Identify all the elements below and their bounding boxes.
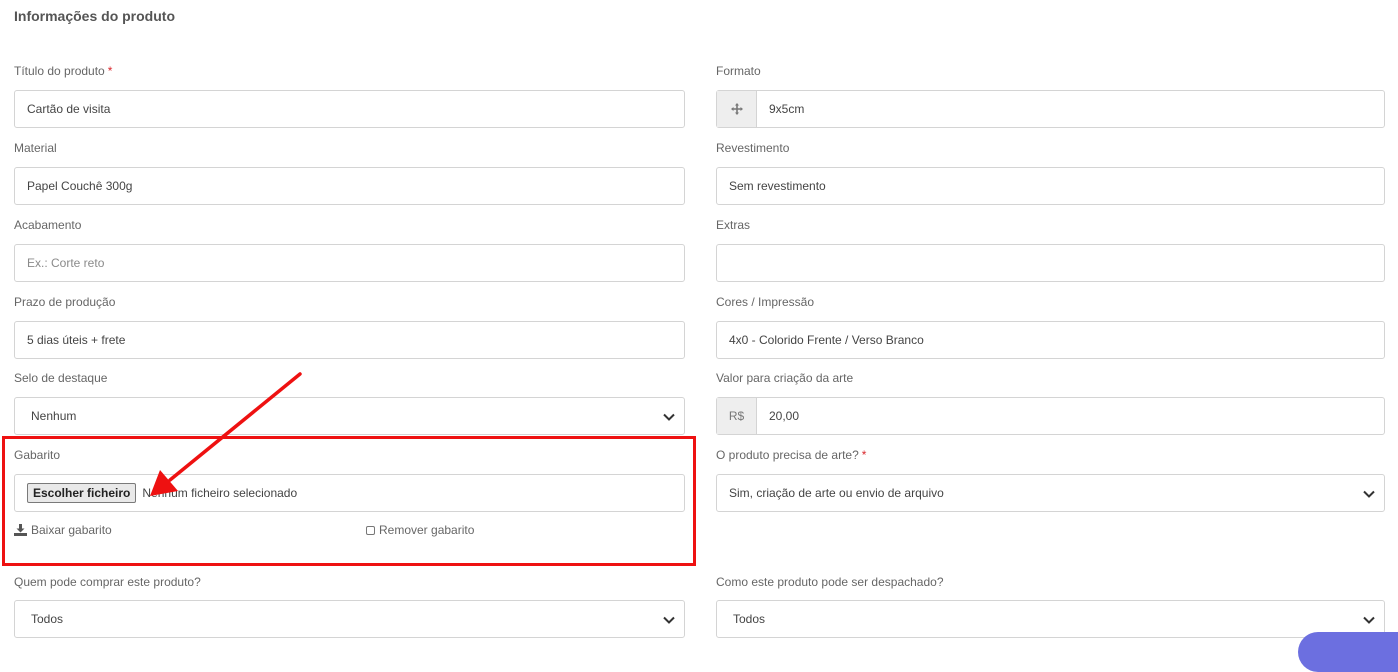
chevron-down-icon xyxy=(663,413,675,421)
selo-label: Selo de destaque xyxy=(14,371,108,385)
prazo-label: Prazo de produção xyxy=(14,295,116,309)
extras-input[interactable] xyxy=(716,244,1385,282)
revestimento-input[interactable]: Sem revestimento xyxy=(716,167,1385,205)
titulo-label-text: Título do produto xyxy=(14,64,105,78)
extras-label: Extras xyxy=(716,218,751,232)
section-title: Informações do produto xyxy=(14,8,175,24)
despacho-selected: Todos xyxy=(733,612,766,626)
floating-action-button[interactable] xyxy=(1298,632,1398,672)
precisa-arte-label: O produto precisa de arte? * xyxy=(716,447,866,463)
highlight-box xyxy=(2,436,696,566)
acabamento-input[interactable]: Ex.: Corte reto xyxy=(14,244,685,282)
revestimento-label: Revestimento xyxy=(716,141,790,155)
currency-prefix: R$ xyxy=(717,398,757,434)
formato-value: 9x5cm xyxy=(769,102,805,116)
cores-input[interactable]: 4x0 - Colorido Frente / Verso Branco xyxy=(716,321,1385,359)
titulo-value: Cartão de visita xyxy=(27,102,111,116)
cores-value: 4x0 - Colorido Frente / Verso Branco xyxy=(729,333,924,347)
chevron-down-icon xyxy=(663,616,675,624)
quem-compra-select[interactable]: Todos xyxy=(14,600,685,638)
valor-arte-input[interactable]: R$ 20,00 xyxy=(716,397,1385,435)
formato-label: Formato xyxy=(716,64,761,78)
titulo-label: Título do produto * xyxy=(14,63,112,79)
material-input[interactable]: Papel Couchê 300g xyxy=(14,167,685,205)
acabamento-placeholder: Ex.: Corte reto xyxy=(27,256,105,270)
material-label: Material xyxy=(14,141,57,155)
selo-selected: Nenhum xyxy=(31,409,77,423)
precisa-arte-select[interactable]: Sim, criação de arte ou envio de arquivo xyxy=(716,474,1385,512)
move-icon xyxy=(717,91,757,127)
formato-input[interactable]: 9x5cm xyxy=(716,90,1385,128)
quem-compra-selected: Todos xyxy=(31,612,64,626)
acabamento-label: Acabamento xyxy=(14,218,82,232)
selo-select[interactable]: Nenhum xyxy=(14,397,685,435)
precisa-arte-selected: Sim, criação de arte ou envio de arquivo xyxy=(729,486,944,500)
chevron-down-icon xyxy=(1363,490,1375,498)
precisa-arte-label-text: O produto precisa de arte? xyxy=(716,448,859,462)
quem-compra-label: Quem pode comprar este produto? xyxy=(14,575,201,589)
required-mark: * xyxy=(107,64,113,78)
revestimento-value: Sem revestimento xyxy=(729,179,826,193)
valor-arte-value: 20,00 xyxy=(769,409,800,423)
prazo-input[interactable]: 5 dias úteis + frete xyxy=(14,321,685,359)
cores-label: Cores / Impressão xyxy=(716,295,815,309)
chevron-down-icon xyxy=(1363,616,1375,624)
despacho-label: Como este produto pode ser despachado? xyxy=(716,575,944,589)
valor-arte-label: Valor para criação da arte xyxy=(716,371,854,385)
material-value: Papel Couchê 300g xyxy=(27,179,133,193)
titulo-input[interactable]: Cartão de visita xyxy=(14,90,685,128)
despacho-select[interactable]: Todos xyxy=(716,600,1385,638)
required-mark: * xyxy=(861,448,867,462)
prazo-value: 5 dias úteis + frete xyxy=(27,333,126,347)
